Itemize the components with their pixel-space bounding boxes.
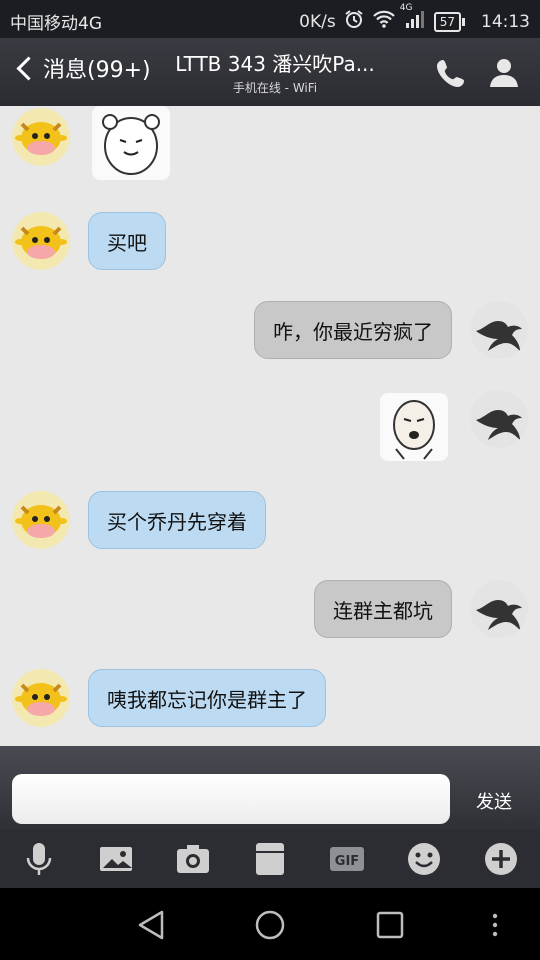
system-nav-bar: [0, 888, 540, 960]
net-speed: 0K/s: [299, 11, 336, 32]
composer-toolbar: GIF: [0, 830, 540, 888]
avatar-eagle[interactable]: [470, 301, 528, 359]
alarm-icon: [344, 9, 364, 34]
message-bubble-outgoing[interactable]: 咋，你最近穷疯了: [254, 301, 452, 359]
send-button[interactable]: 发送: [462, 788, 526, 814]
message-bubble-incoming[interactable]: 买吧: [88, 212, 166, 270]
recents-icon[interactable]: [373, 908, 407, 942]
message-input[interactable]: [12, 774, 450, 824]
profile-icon[interactable]: [486, 54, 522, 90]
more-icon[interactable]: [478, 908, 512, 942]
picture-icon[interactable]: [97, 840, 135, 878]
emoji-icon[interactable]: [405, 840, 443, 878]
svg-text:GIF: GIF: [335, 854, 359, 869]
bear-sticker[interactable]: [92, 106, 170, 180]
chat-subtitle: 手机在线 - WiFi: [232, 81, 318, 95]
back-icon[interactable]: [134, 908, 168, 942]
back-label: 消息(99+): [43, 58, 151, 83]
chat-title-block[interactable]: LTTB 343 潘兴吹Pa... 手机在线 - WiFi: [160, 48, 390, 96]
avatar-cow[interactable]: [12, 669, 70, 727]
avatar-eagle[interactable]: [470, 390, 528, 448]
chat-area[interactable]: 买吧 咋，你最近穷疯了 买个乔丹先穿着 连群主都坑 咦我都忘记你是群主了: [0, 106, 540, 746]
chevron-left-icon: [16, 55, 41, 81]
gif-icon[interactable]: GIF: [328, 840, 366, 878]
status-icons: 0K/s 4G 57 14:13: [299, 3, 530, 34]
signal-icon: 4G: [400, 3, 426, 34]
phone-icon[interactable]: [434, 56, 468, 90]
file-icon[interactable]: [251, 840, 289, 878]
input-bar: 发送: [0, 746, 540, 830]
avatar-cow[interactable]: [12, 491, 70, 549]
chat-header: 消息(99+) LTTB 343 潘兴吹Pa... 手机在线 - WiFi: [0, 38, 540, 106]
carrier-label: 中国移动4G: [10, 14, 102, 34]
avatar-cow[interactable]: [12, 212, 70, 270]
microphone-icon[interactable]: [20, 840, 58, 878]
status-bar: 中国移动4G 0K/s 4G 57 14:13: [0, 0, 540, 38]
clock: 14:13: [481, 11, 530, 32]
home-icon[interactable]: [253, 908, 287, 942]
avatar-eagle[interactable]: [470, 580, 528, 638]
wifi-icon: [372, 9, 396, 34]
network-type: 4G: [399, 3, 413, 13]
message-bubble-incoming[interactable]: 咦我都忘记你是群主了: [88, 669, 326, 727]
camera-icon[interactable]: [174, 840, 212, 878]
plus-icon[interactable]: [482, 840, 520, 878]
chat-title: LTTB 343 潘兴吹Pa...: [175, 52, 375, 76]
face-sticker[interactable]: [380, 393, 448, 461]
message-bubble-outgoing[interactable]: 连群主都坑: [314, 580, 452, 638]
avatar-cow[interactable]: [12, 108, 70, 166]
battery-icon: 57: [433, 11, 466, 32]
back-button[interactable]: 消息(99+): [14, 52, 151, 84]
message-bubble-incoming[interactable]: 买个乔丹先穿着: [88, 491, 266, 549]
